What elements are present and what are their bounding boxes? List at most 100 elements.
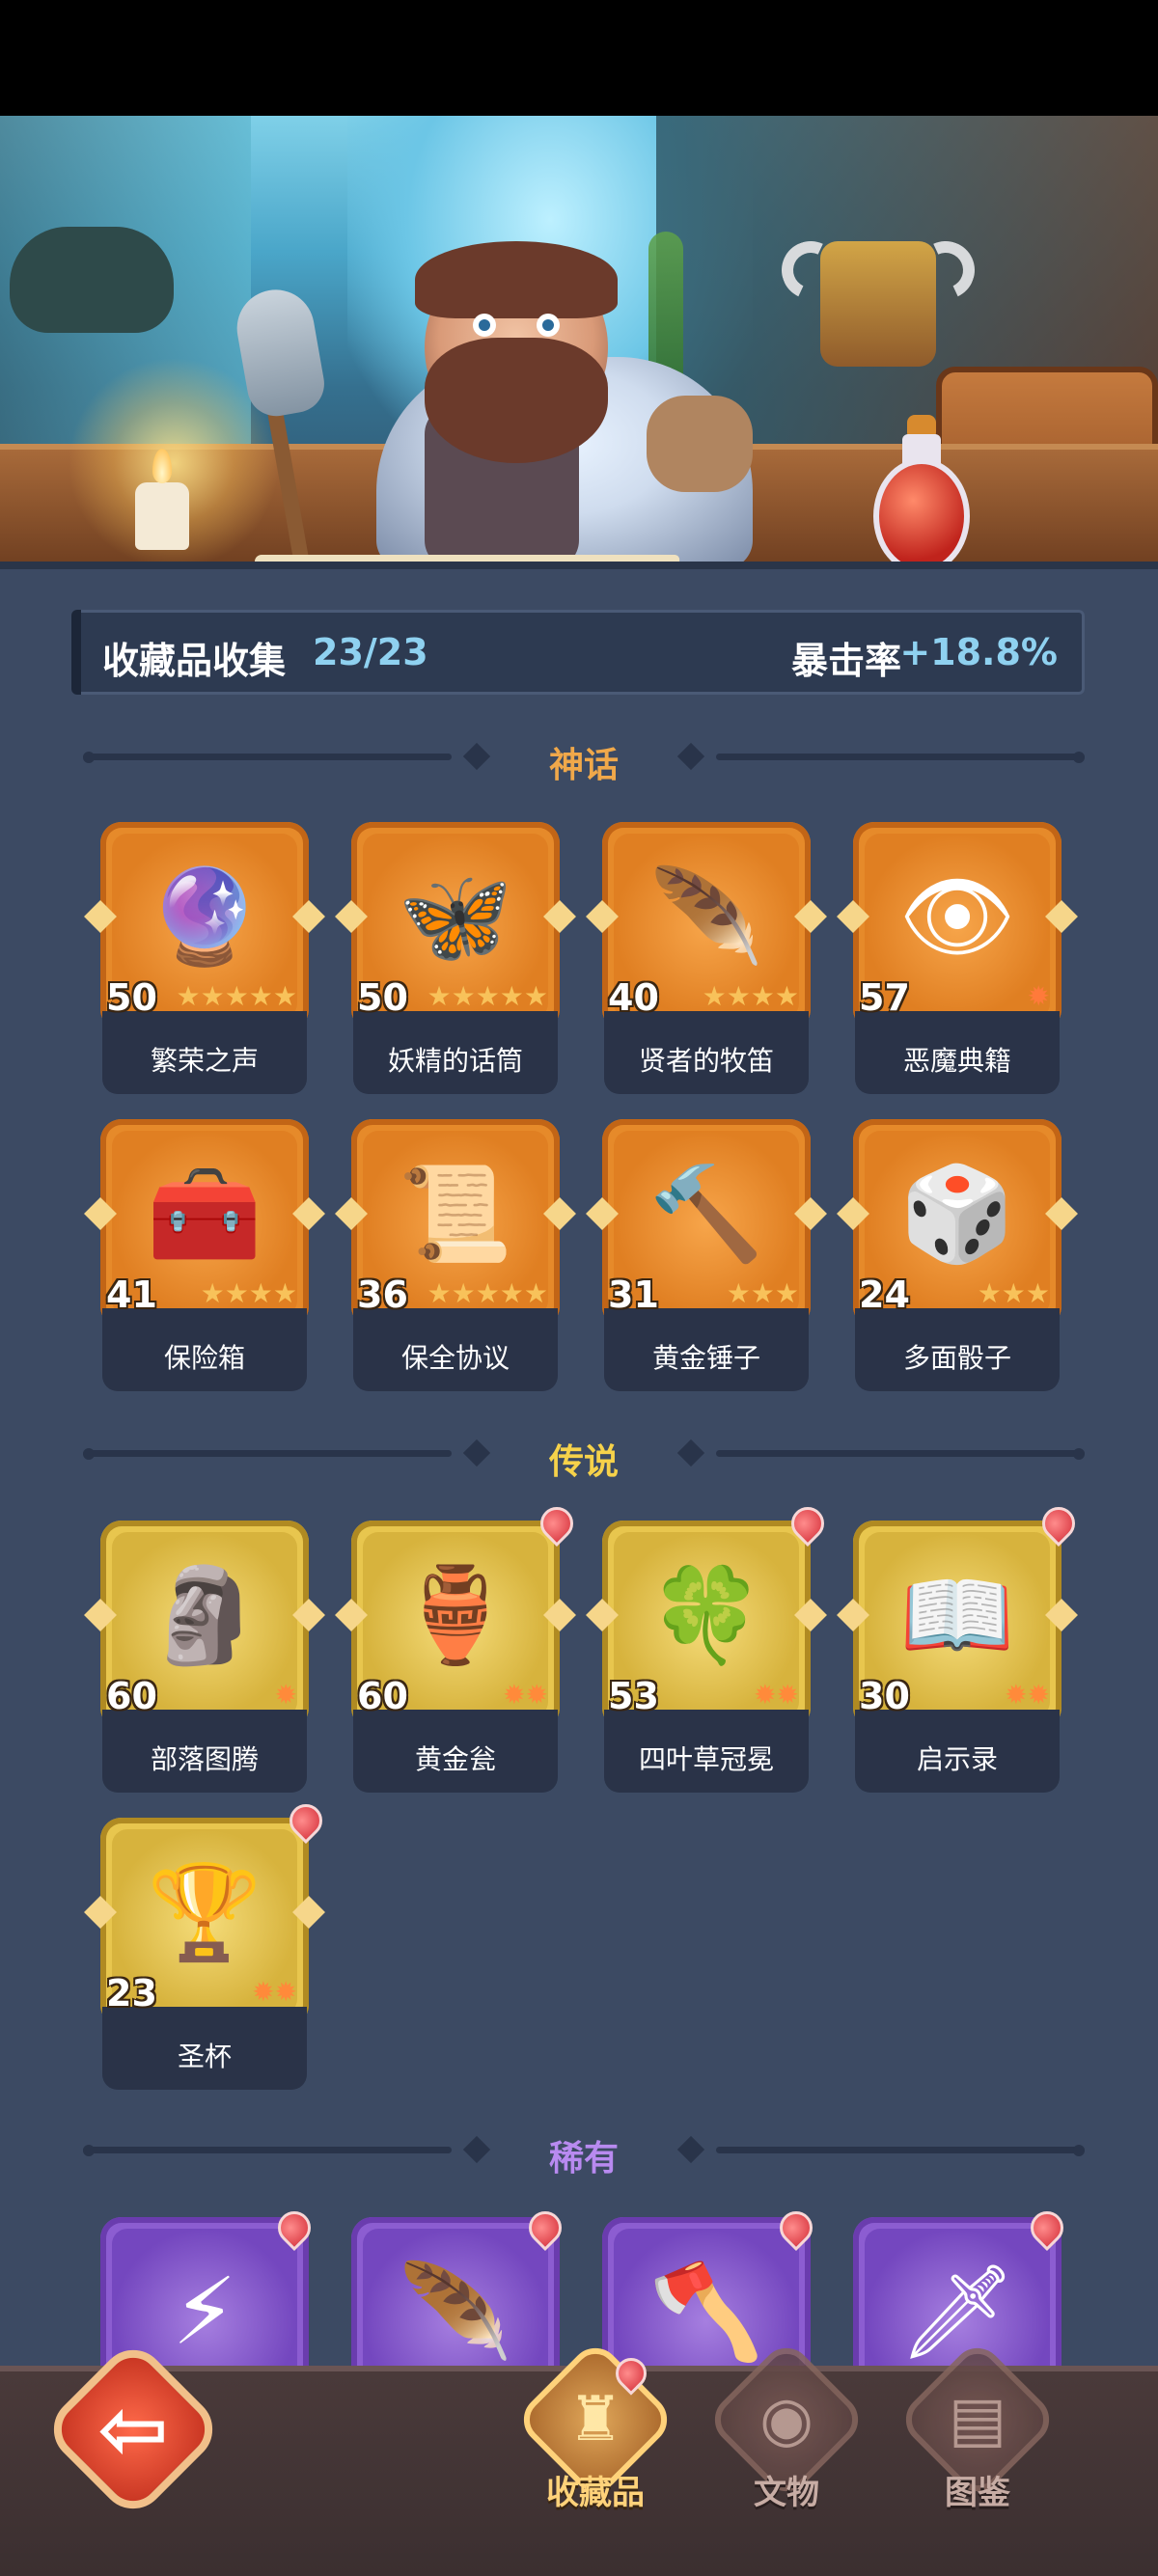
collectible-card[interactable]: 🍀 53 ✹✹ 四叶草冠冕 [586, 1499, 832, 1793]
codex-book-icon: ▤ [948, 2384, 1007, 2455]
item-level: 24 [859, 1274, 910, 1316]
holy-grail-icon: 🏆 [147, 1858, 262, 1966]
collectible-card[interactable]: 🏆 23 ✹✹ 圣杯 [84, 1796, 330, 2090]
item-name: 繁荣之声 [150, 1045, 259, 1077]
collectible-card[interactable]: ⚡ [100, 2217, 309, 2366]
star-icon: ★★★ [726, 1277, 799, 1309]
phoenix-feather-icon: 🪶 [398, 2258, 513, 2366]
collectible-card[interactable]: 🧰 41 ★★★★ 保险箱 [84, 1119, 325, 1391]
item-level: 57 [859, 976, 910, 1019]
item-level: 60 [357, 1675, 408, 1717]
collectible-card[interactable]: 📖 30 ✹✹ 启示录 [837, 1499, 1083, 1793]
star-rating: ★★★★ [201, 1279, 297, 1310]
tab-collection[interactable]: ♜ 收藏品 [513, 2338, 677, 2555]
collectible-card[interactable]: 🪶 40 ★★★★ 贤者的牧笛 [586, 822, 827, 1094]
tribal-totem-icon: 🗿 [147, 1561, 262, 1669]
star-rating: ✹✹ [252, 1978, 297, 2009]
red-potion-icon [873, 458, 970, 569]
item-level: 50 [357, 976, 408, 1019]
item-name: 保险箱 [163, 1342, 245, 1374]
collection-icon: ♜ [567, 2384, 623, 2455]
star-icon: ✹ [1027, 980, 1050, 1012]
shelf-totem-icon [820, 241, 936, 367]
tab-label: 图鉴 [945, 2474, 1010, 2512]
item-level: 36 [357, 1274, 408, 1316]
item-level: 50 [106, 976, 157, 1019]
collectible-card[interactable]: 🔮 50 ★★★★★ 繁荣之声 [84, 822, 325, 1094]
clover-crown-icon: 🍀 [648, 1561, 764, 1669]
star-icon: ✹✹ [503, 1679, 548, 1711]
ice-sword-icon: 🗡 [898, 2258, 1016, 2366]
tab-artifacts[interactable]: ◉ 文物 [704, 2338, 868, 2555]
tab-codex[interactable]: ▤ 图鉴 [896, 2338, 1060, 2555]
star-rating: ✹✹ [1005, 1681, 1050, 1712]
hanging-bag-icon [10, 227, 174, 333]
item-level: 53 [608, 1675, 659, 1717]
revelation-book-icon: 📖 [899, 1561, 1015, 1669]
summary-accent [71, 610, 81, 695]
crit-rate-value: +18.8% [899, 631, 1058, 673]
star-icon: ✹✹ [1005, 1679, 1050, 1711]
star-rating: ✹ [1028, 982, 1050, 1013]
section-header-rare: 稀有 [83, 2130, 1085, 2179]
section-header-legendary: 传说 [83, 1434, 1085, 1482]
item-name: 贤者的牧笛 [638, 1045, 774, 1077]
collectible-card[interactable]: 🦋 50 ★★★★★ 妖精的话筒 [335, 822, 576, 1094]
star-rating: ★★★★★ [176, 982, 297, 1013]
item-level: 60 [106, 1675, 157, 1717]
item-name: 恶魔典籍 [902, 1045, 1011, 1077]
item-level: 41 [106, 1274, 157, 1316]
item-name: 多面骰子 [902, 1342, 1011, 1374]
status-bar [0, 0, 1158, 116]
lightning-gem-icon: ⚡ [172, 2258, 237, 2366]
demon-tome-icon: 👁 [898, 863, 1016, 971]
collectible-card[interactable]: 📜 36 ★★★★★ 保全协议 [335, 1119, 576, 1391]
tab-label: 收藏品 [546, 2474, 645, 2512]
golden-urn-icon: 🏺 [398, 1561, 513, 1669]
treasure-safe-icon: 🧰 [147, 1160, 262, 1268]
star-icon: ✹ [274, 1679, 297, 1711]
collectible-card[interactable]: 🔨 31 ★★★ 黄金锤子 [586, 1119, 827, 1391]
item-name: 保全协议 [400, 1342, 510, 1374]
star-icon: ★★★★★ [176, 980, 297, 1012]
item-name: 圣杯 [177, 2041, 232, 2072]
dwarf-eye [537, 314, 560, 337]
collection-summary: 收藏品收集 23/23 暴击率 +18.8% [71, 610, 1085, 695]
collectible-card[interactable]: 🪶 [351, 2217, 560, 2366]
candle-icon [135, 482, 189, 550]
polyhedral-dice-icon: 🎲 [899, 1160, 1015, 1268]
item-name: 妖精的话筒 [387, 1045, 523, 1077]
star-icon: ★★★★ [200, 1277, 297, 1309]
star-rating: ★★★★ [703, 982, 799, 1013]
star-icon: ★★★★★ [427, 980, 548, 1012]
star-rating: ✹✹ [754, 1681, 799, 1712]
contract-scroll-icon: 📜 [398, 1160, 513, 1268]
star-rating: ★★★★★ [427, 982, 548, 1013]
star-rating: ✹ [275, 1681, 297, 1712]
collectible-card[interactable]: 👁 57 ✹ 恶魔典籍 [837, 822, 1078, 1094]
sage-flute-icon: 🪶 [648, 863, 764, 971]
back-arrow-icon: ⇦ [97, 2379, 169, 2479]
star-icon: ★★★★ [702, 980, 799, 1012]
golden-hammer-icon: 🔨 [648, 1160, 764, 1268]
item-level: 31 [608, 1274, 659, 1316]
star-rating: ★★★ [727, 1279, 799, 1310]
section-header-mythic: 神话 [83, 737, 1085, 785]
tab-label: 文物 [754, 2474, 819, 2512]
section-title-rare: 稀有 [548, 2139, 619, 2179]
item-level: 40 [608, 976, 659, 1019]
dwarf-fist [647, 396, 753, 492]
collectible-card[interactable]: 🎲 24 ★★★ 多面骰子 [837, 1119, 1078, 1391]
star-rating: ★★★★★ [427, 1279, 548, 1310]
star-rating: ★★★ [978, 1279, 1050, 1310]
collectible-card[interactable]: 🏺 60 ✹✹ 黄金瓮 [335, 1499, 581, 1793]
star-icon: ★★★ [977, 1277, 1050, 1309]
dwarf-beard [425, 338, 608, 463]
item-name: 启示录 [916, 1743, 998, 1775]
collectible-card[interactable]: 🪓 [602, 2217, 811, 2366]
collectible-card[interactable]: 🗡 [853, 2217, 1062, 2366]
item-name: 黄金锤子 [651, 1342, 760, 1374]
collectible-card[interactable]: 🗿 60 ✹ 部落图腾 [84, 1521, 325, 1793]
item-name: 四叶草冠冕 [638, 1743, 774, 1775]
artifact-eye-icon: ◉ [759, 2384, 813, 2455]
